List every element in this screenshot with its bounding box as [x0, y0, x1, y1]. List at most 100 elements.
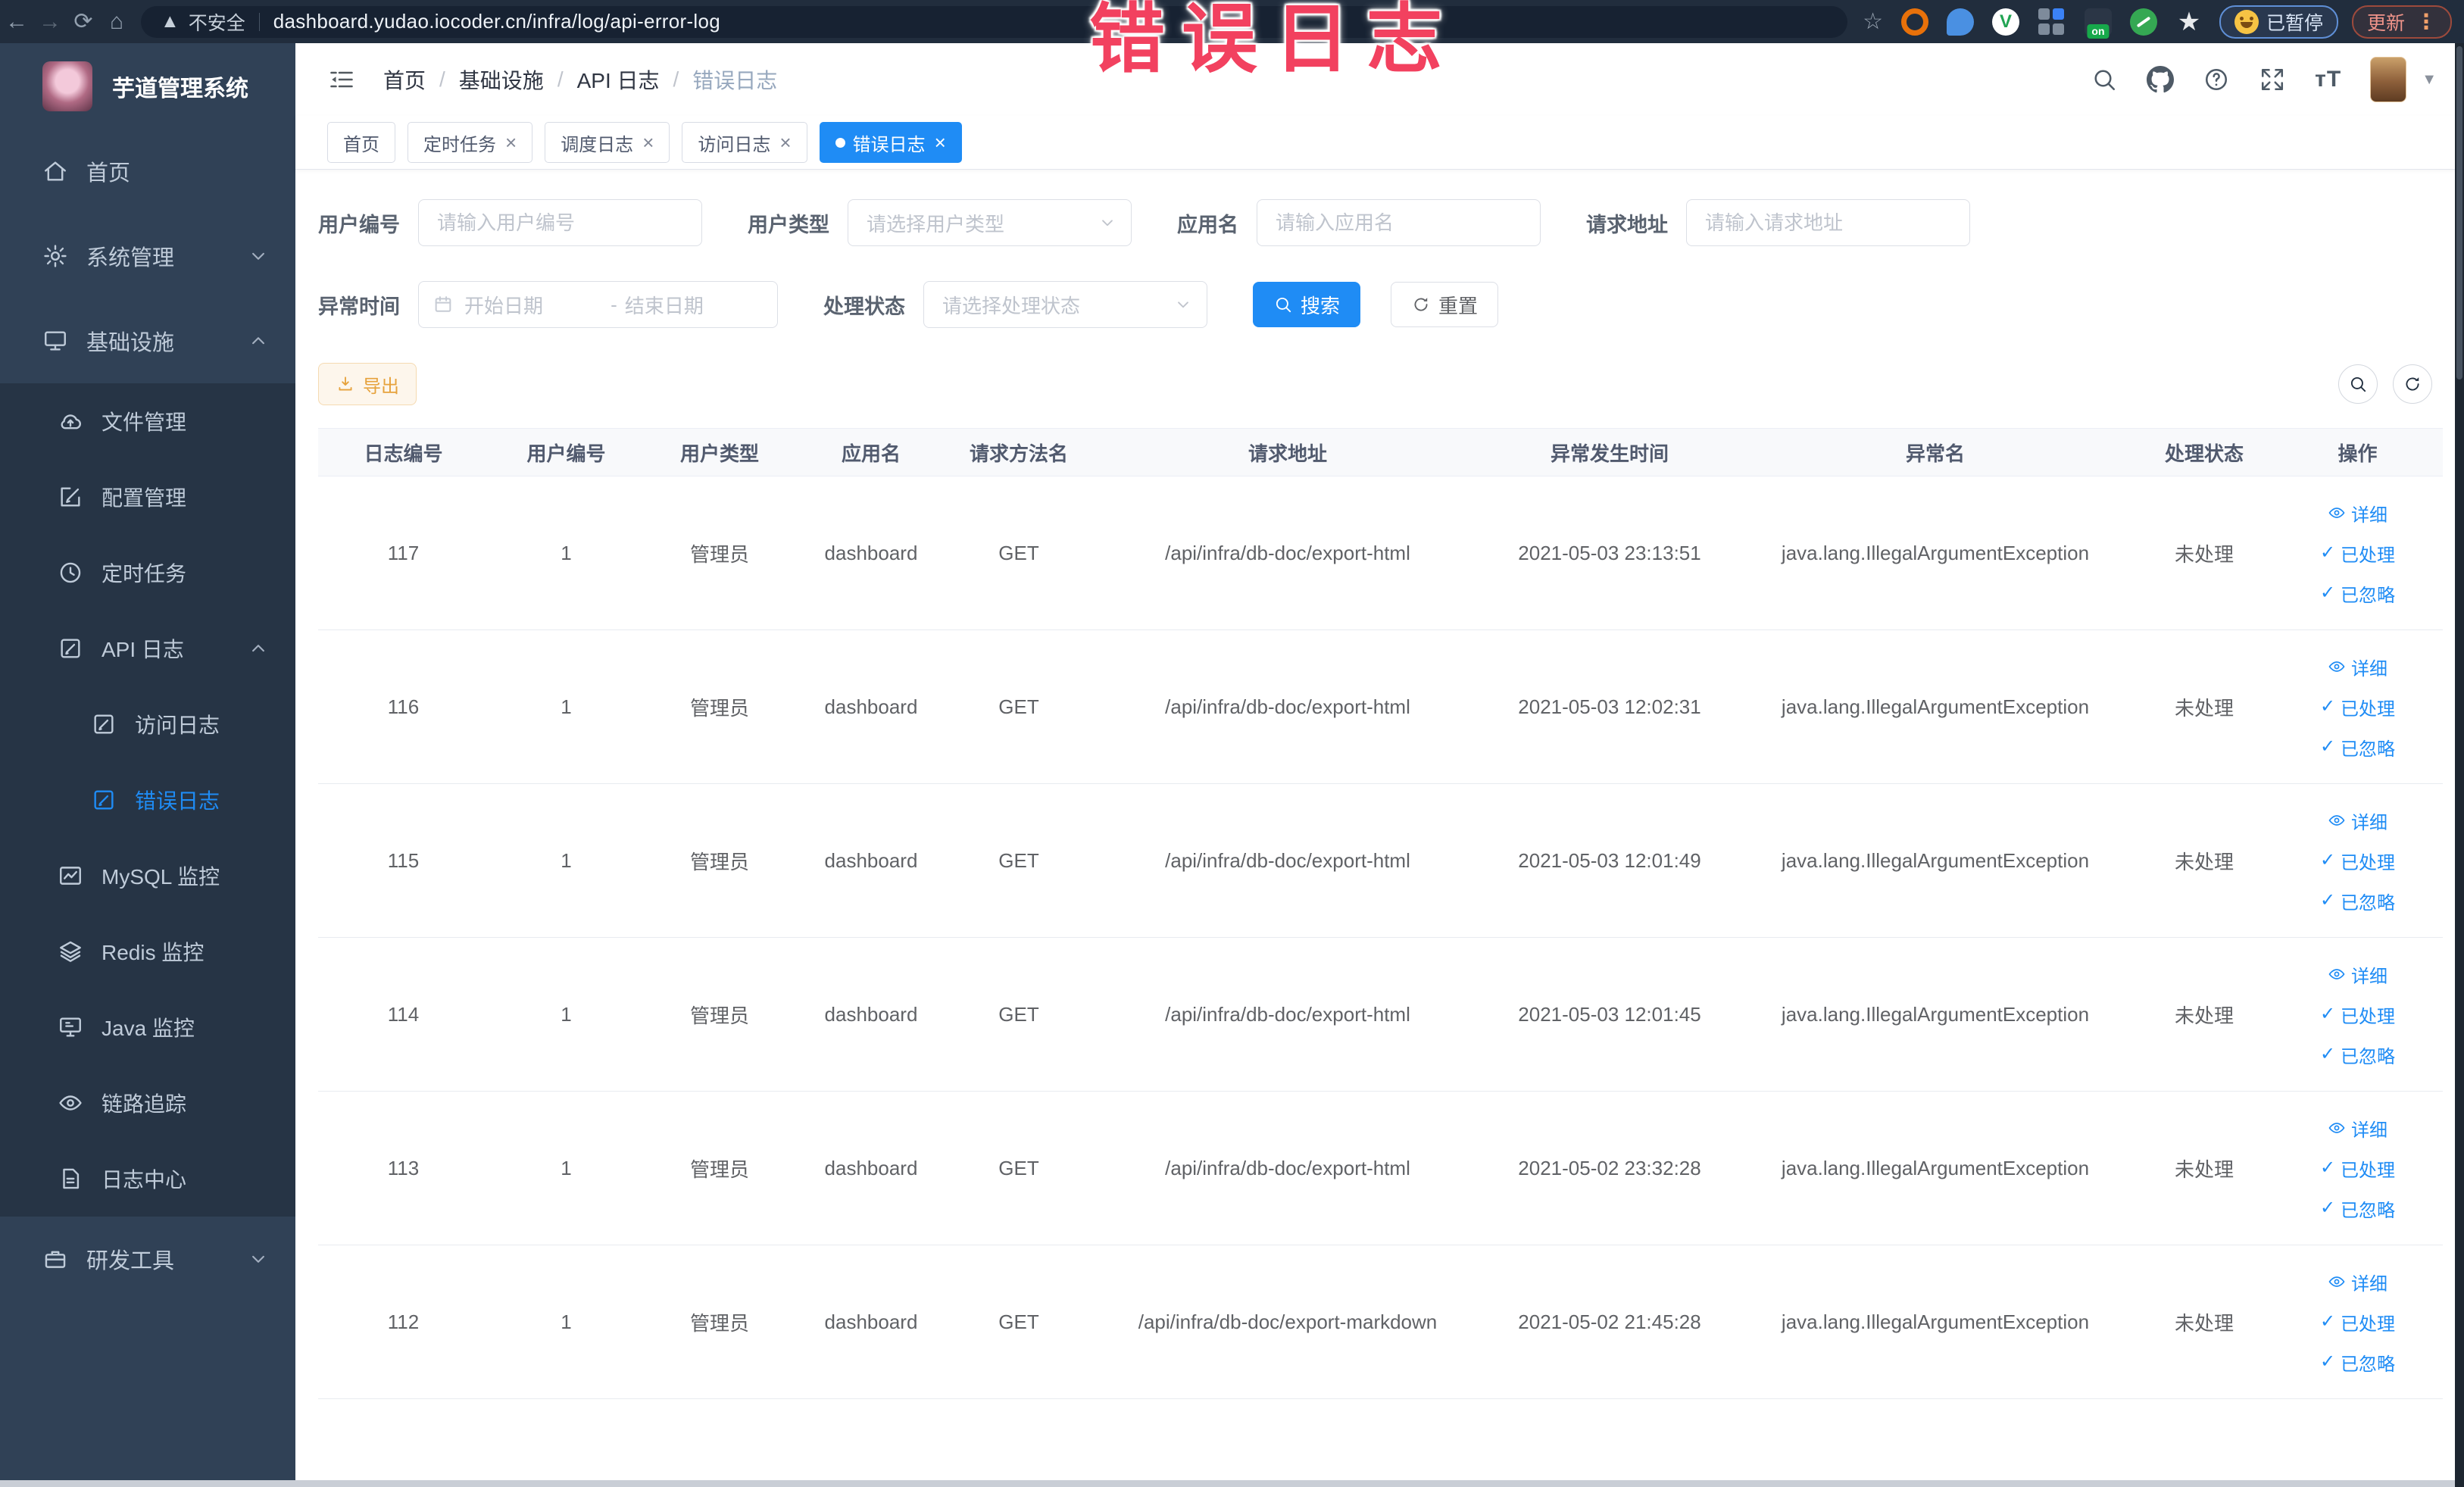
process-status-select[interactable]: 请选择处理状态 — [923, 281, 1207, 328]
export-button[interactable]: 导出 — [318, 363, 417, 405]
gear-icon — [42, 243, 68, 269]
cell-user_id: 1 — [489, 937, 644, 1092]
exception-time-range-picker[interactable]: 开始日期 - 结束日期 — [418, 281, 778, 328]
extension-grid-icon[interactable] — [2038, 8, 2066, 36]
action-已处理[interactable]: ✓ 已处理 — [2320, 848, 2395, 874]
user-avatar[interactable] — [2370, 57, 2407, 102]
action-已忽略[interactable]: ✓ 已忽略 — [2320, 734, 2395, 761]
cell-user_type: 管理员 — [644, 476, 795, 630]
page-scrollbar[interactable] — [2455, 43, 2464, 1487]
sidebar-item-日志中心[interactable]: 日志中心 — [0, 1141, 295, 1217]
action-详细[interactable]: 详细 — [2328, 654, 2387, 680]
sidebar-item-链路追踪[interactable]: 链路追踪 — [0, 1065, 295, 1141]
breadcrumb-home[interactable]: 首页 — [383, 64, 426, 95]
github-icon[interactable] — [2147, 66, 2175, 93]
cell-status: 未处理 — [2136, 783, 2272, 938]
close-tab-icon[interactable]: × — [505, 131, 517, 155]
app-logo[interactable]: 芋道管理系统 — [0, 43, 295, 129]
cell-url: /api/infra/db-doc/export-html — [1091, 783, 1485, 938]
browser-home-icon[interactable]: ⌂ — [100, 9, 133, 35]
browser-back-icon[interactable]: ← — [0, 9, 33, 35]
check-icon: ✓ — [2319, 1004, 2336, 1024]
browser-reload-icon[interactable]: ⟳ — [67, 8, 100, 35]
extension-drop-icon[interactable] — [1946, 8, 1974, 36]
column-header-用户编号: 用户编号 — [489, 428, 644, 476]
user-type-select[interactable]: 请选择用户类型 — [848, 199, 1132, 246]
reset-button[interactable]: 重置 — [1391, 282, 1499, 327]
sidebar-item-首页[interactable]: 首页 — [0, 129, 295, 214]
search-button[interactable]: 搜索 — [1253, 282, 1361, 327]
process-status-label: 处理状态 — [823, 295, 905, 318]
sidebar-item-定时任务[interactable]: 定时任务 — [0, 535, 295, 611]
tab-定时任务[interactable]: 定时任务 × — [408, 122, 533, 163]
font-size-icon[interactable]: тT — [2315, 67, 2341, 92]
profile-paused-pill[interactable]: 已暂停 — [2219, 5, 2338, 39]
avatar-caret-icon[interactable]: ▼ — [2422, 71, 2437, 89]
action-已忽略[interactable]: ✓ 已忽略 — [2320, 888, 2395, 914]
action-已忽略[interactable]: ✓ 已忽略 — [2320, 580, 2395, 607]
action-详细[interactable]: 详细 — [2328, 1115, 2387, 1142]
browser-update-button[interactable]: 更新 ⋮ — [2351, 5, 2452, 39]
action-已忽略[interactable]: ✓ 已忽略 — [2320, 1349, 2395, 1376]
sidebar-item-基础设施[interactable]: 基础设施 — [0, 298, 295, 383]
extension-star-icon[interactable]: ★ — [2175, 8, 2203, 36]
tab-访问日志[interactable]: 访问日志 × — [682, 122, 807, 163]
action-已忽略[interactable]: ✓ 已忽略 — [2320, 1042, 2395, 1068]
action-已忽略[interactable]: ✓ 已忽略 — [2320, 1195, 2395, 1222]
sidebar-item-系统管理[interactable]: 系统管理 — [0, 214, 295, 298]
check-icon: ✓ — [2319, 1157, 2336, 1178]
browser-forward-icon[interactable]: → — [33, 9, 67, 35]
tab-调度日志[interactable]: 调度日志 × — [545, 122, 670, 163]
user-type-label: 用户类型 — [748, 213, 829, 236]
close-tab-icon[interactable]: × — [779, 131, 791, 155]
user-id-input[interactable] — [418, 199, 702, 246]
action-详细[interactable]: 详细 — [2328, 500, 2387, 526]
breadcrumb-api-log[interactable]: API 日志 — [577, 64, 660, 95]
sidebar-item-Java 监控[interactable]: Java 监控 — [0, 989, 295, 1065]
app-name-input[interactable] — [1257, 199, 1541, 246]
cell-app: dashboard — [795, 783, 947, 938]
exception-time-label: 异常时间 — [318, 295, 400, 318]
close-tab-icon[interactable]: × — [935, 131, 946, 155]
action-已处理[interactable]: ✓ 已处理 — [2320, 1155, 2395, 1182]
address-bar[interactable]: ▲ 不安全 dashboard.yudao.iocoder.cn/infra/l… — [141, 5, 1848, 38]
extension-v-icon[interactable]: V — [1991, 8, 2019, 36]
action-已处理[interactable]: ✓ 已处理 — [2320, 694, 2395, 720]
scrollbar-thumb[interactable] — [2456, 46, 2462, 380]
collapse-sidebar-icon[interactable] — [326, 66, 358, 93]
extension-ring-icon[interactable] — [1900, 8, 1928, 36]
sidebar-item-Redis 监控[interactable]: Redis 监控 — [0, 914, 295, 989]
browser-menu-icon[interactable]: ⋮ — [2416, 9, 2437, 34]
action-已处理[interactable]: ✓ 已处理 — [2320, 540, 2395, 567]
bookmark-star-icon[interactable]: ☆ — [1863, 8, 1883, 35]
sidebar-item-错误日志[interactable]: 错误日志 — [0, 762, 295, 838]
action-已处理[interactable]: ✓ 已处理 — [2320, 1001, 2395, 1028]
tab-首页[interactable]: 首页 — [327, 122, 395, 163]
extension-on-icon[interactable]: on — [2084, 8, 2112, 39]
sidebar-item-API 日志[interactable]: API 日志 — [0, 611, 295, 686]
tab-错误日志[interactable]: 错误日志 × — [819, 122, 962, 163]
search-icon[interactable] — [2091, 66, 2118, 93]
refresh-table-button[interactable] — [2393, 364, 2432, 404]
sidebar-item-文件管理[interactable]: 文件管理 — [0, 383, 295, 459]
security-label[interactable]: 不安全 — [189, 8, 245, 36]
sidebar-item-访问日志[interactable]: 访问日志 — [0, 686, 295, 762]
action-详细[interactable]: 详细 — [2328, 961, 2387, 988]
action-详细[interactable]: 详细 — [2328, 1269, 2387, 1295]
help-icon[interactable] — [2203, 66, 2230, 93]
fullscreen-icon[interactable] — [2259, 66, 2286, 93]
action-已处理[interactable]: ✓ 已处理 — [2320, 1309, 2395, 1335]
sidebar-item-研发工具[interactable]: 研发工具 — [0, 1217, 295, 1301]
sidebar-item-MySQL 监控[interactable]: MySQL 监控 — [0, 838, 295, 914]
app-title: 芋道管理系统 — [112, 76, 248, 102]
sidebar-item-配置管理[interactable]: 配置管理 — [0, 459, 295, 535]
close-tab-icon[interactable]: × — [642, 131, 654, 155]
toggle-search-button[interactable] — [2338, 364, 2378, 404]
action-详细[interactable]: 详细 — [2328, 808, 2387, 834]
eye-icon — [2328, 1119, 2346, 1137]
request-url-input[interactable] — [1686, 199, 1970, 246]
cloud-icon — [58, 408, 83, 434]
url-text[interactable]: dashboard.yudao.iocoder.cn/infra/log/api… — [273, 10, 720, 33]
extension-leaf-icon[interactable] — [2129, 8, 2157, 36]
breadcrumb-infra[interactable]: 基础设施 — [459, 64, 544, 95]
